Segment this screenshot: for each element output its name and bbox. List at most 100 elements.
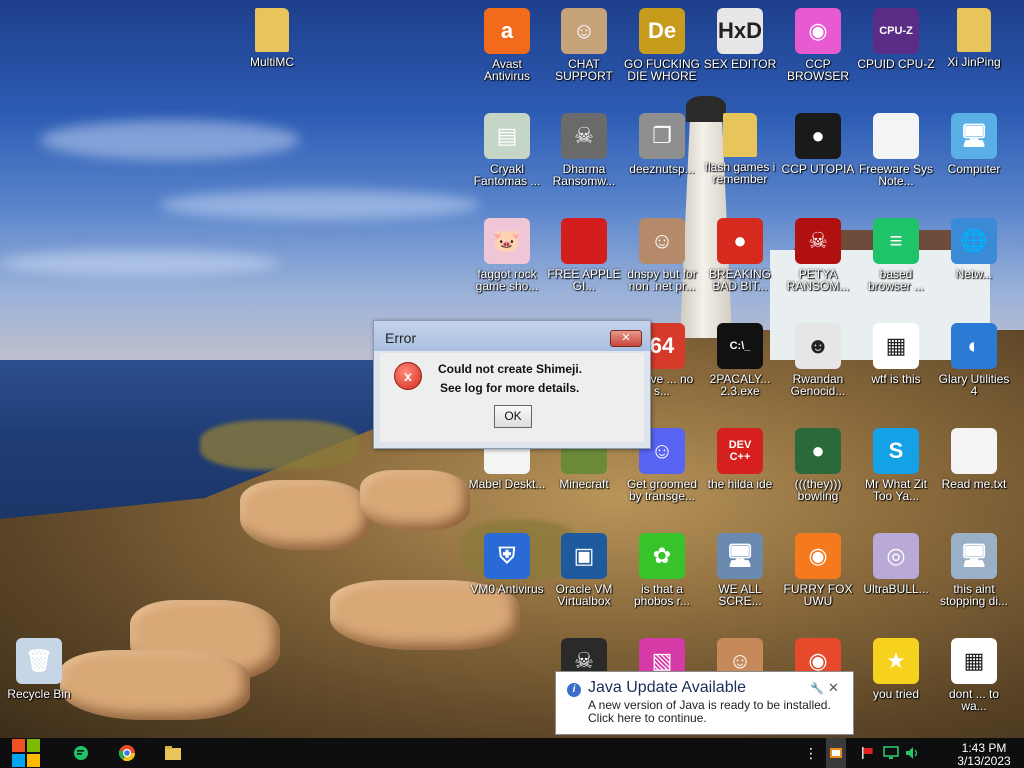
desktop-icon[interactable]: ▤ Cryakl Fantomas ... <box>468 113 546 187</box>
desktop-icon-label: BREAKING BAD BIT... <box>708 267 771 293</box>
desktop-icon[interactable]: ☻ Rwandan Genocid... <box>779 323 857 397</box>
desktop-icon[interactable]: ◉ CCP BROWSER <box>779 8 857 82</box>
glary-icon: ◐ <box>951 323 997 369</box>
desktop-icon-label: GO FUCKING DIE WHORE <box>623 57 700 83</box>
tray-network[interactable] <box>882 738 900 768</box>
desktop-icon-label: Cryakl Fantomas ... <box>473 162 541 188</box>
desktop-icon[interactable]: flash games i remember <box>701 113 779 185</box>
virtualbox-icon: ▣ <box>561 533 607 579</box>
desktop-icon-label: WE ALL SCRE... <box>718 582 762 608</box>
cd-icon: ◎ <box>873 533 919 579</box>
desktop-icon[interactable]: Freeware Sys Note... <box>857 113 935 187</box>
chat-bubble-icon <box>74 746 88 760</box>
desktop-icon[interactable]: 🖥 Computer <box>935 113 1013 175</box>
desktop-icon[interactable]: ● (((they))) bowling <box>779 428 857 502</box>
desktop-icon[interactable]: 🖥 WE ALL SCRE... <box>701 533 779 607</box>
de-logo-icon: De <box>639 8 685 54</box>
desktop-icon[interactable]: Xi JinPing <box>935 8 1013 68</box>
text-file-icon <box>951 428 997 474</box>
desktop-icon-label: Avast Antivirus <box>483 57 530 83</box>
network-icon: 🌐 <box>951 218 997 264</box>
error-dialog: Error ✕ x Could not create Shimeji. See … <box>373 320 651 449</box>
tray-java-update[interactable] <box>826 738 846 768</box>
desktop-icon[interactable]: C:\_ 2PACALY... 2.3.exe <box>701 323 779 397</box>
desktop-icon[interactable]: ❐ deeznutsp... <box>623 113 701 175</box>
wallpaper-cloud <box>160 190 480 220</box>
desktop-icon[interactable]: DEV C++ the hilda ide <box>701 428 779 490</box>
desktop-icon[interactable]: 🗑 Recycle Bin <box>0 638 78 700</box>
desktop-icon[interactable]: FREE APPLE GI... <box>545 218 623 292</box>
error-icon: x <box>394 362 422 390</box>
desktop-icon[interactable]: ● BREAKING BAD BIT... <box>701 218 779 292</box>
error-dialog-title: Error <box>385 330 417 346</box>
tray-action-center[interactable] <box>858 738 876 768</box>
ok-button[interactable]: OK <box>494 405 532 428</box>
taskbar-file-explorer[interactable] <box>162 738 184 768</box>
desktop-icon[interactable]: 🐷 faggot rock game sho... <box>468 218 546 292</box>
desktop-icon[interactable]: ◐ Glary Utilities 4 <box>935 323 1013 397</box>
user-folder-icon <box>957 8 991 52</box>
desktop-icon[interactable]: ▦ dont ... to wa... <box>935 638 1013 712</box>
clock-time[interactable]: 1:43 PM <box>954 741 1014 755</box>
dark-circle-icon: ● <box>795 113 841 159</box>
desktop-icon[interactable]: S Mr What Zit Too Ya... <box>857 428 935 502</box>
desktop-icon[interactable]: a Avast Antivirus <box>468 8 546 82</box>
clock-date[interactable]: 3/13/2023 <box>954 754 1014 768</box>
desktop-icon[interactable]: ☠ Dharma Ransomw... <box>545 113 623 187</box>
desktop-icon[interactable]: ◎ UltraBULL... <box>857 533 935 595</box>
desktop-icon-label: Dharma Ransomw... <box>552 162 616 188</box>
desktop-icon[interactable]: ≡ based browser ... <box>857 218 935 292</box>
angry-bird-icon: ● <box>717 218 763 264</box>
desktop-icon-label: 2PACALY... 2.3.exe <box>709 372 771 398</box>
java-update-notification[interactable]: i Java Update Available A new version of… <box>555 671 854 735</box>
desktop-icon[interactable]: ● CCP UTOPIA <box>779 113 857 175</box>
browser-swirl-icon: ◉ <box>795 8 841 54</box>
flag-icon <box>862 747 873 759</box>
desktop-icon[interactable]: ★ you tried <box>857 638 935 700</box>
error-dialog-titlebar[interactable]: Error ✕ <box>374 321 650 351</box>
icq-icon: ✿ <box>639 533 685 579</box>
desktop-icon[interactable]: ☺ dnspy but for non .net pr... <box>623 218 701 292</box>
desktop-icon[interactable]: 🖥 this aint stopping di... <box>935 533 1013 607</box>
tray-volume[interactable] <box>904 738 922 768</box>
start-button[interactable] <box>10 738 42 768</box>
devcpp-icon: DEV C++ <box>717 428 763 474</box>
taskbar-chrome[interactable] <box>116 738 138 768</box>
desktop-icon-label: is that a phobos r... <box>633 582 691 608</box>
desktop-icon[interactable]: 🌐 Netw... <box>935 218 1013 280</box>
desktop-icon[interactable]: ▣ Oracle VM Virtualbox <box>545 533 623 607</box>
avast-icon: a <box>484 8 530 54</box>
red-skull-icon: ☠ <box>795 218 841 264</box>
desktop-icon[interactable]: De GO FUCKING DIE WHORE <box>623 8 701 82</box>
notification-close-icon[interactable]: ✕ <box>828 680 839 696</box>
desktop-icon[interactable]: ◉ FURRY FOX UWU <box>779 533 857 607</box>
info-icon: i <box>567 683 581 697</box>
taskbar-chat-app[interactable] <box>70 738 92 768</box>
desktop-icon[interactable]: ⛨ VM0 Antivirus <box>468 533 546 595</box>
desktop-icon-label: faggot rock game sho... <box>475 267 539 293</box>
desktop-icon[interactable]: HxD SEX EDITOR <box>701 8 779 70</box>
windows-logo-icon <box>12 739 40 767</box>
desktop-icon-label: FURRY FOX UWU <box>783 582 853 608</box>
desktop-icon-label: FREE APPLE GI... <box>547 267 621 293</box>
desktop-icon-label: Computer <box>947 162 1001 176</box>
desktop-icon[interactable]: CPU-Z CPUID CPU-Z <box>857 8 935 70</box>
desktop-icon[interactable]: Read me.txt <box>935 428 1013 490</box>
shield-icon: ⛨ <box>484 533 530 579</box>
desktop-icon[interactable]: ☠ PETYA RANSOM... <box>779 218 857 292</box>
skull-icon: ☠ <box>561 113 607 159</box>
desktop-icon[interactable]: MultiMC <box>233 8 311 68</box>
notification-line2[interactable]: Click here to continue. <box>588 711 707 725</box>
desktop-icon-label: based browser ... <box>867 267 924 293</box>
desktop-icon[interactable]: ☺ CHAT SUPPORT <box>545 8 623 82</box>
portrait-icon: ☺ <box>639 218 685 264</box>
hxd-icon: HxD <box>717 8 763 54</box>
desktop-icon[interactable]: ▦ wtf is this <box>857 323 935 385</box>
desktop-icon-label: Netw... <box>955 267 993 281</box>
close-button[interactable]: ✕ <box>610 330 642 347</box>
desktop-icon[interactable]: ✿ is that a phobos r... <box>623 533 701 607</box>
cpuz-icon: CPU-Z <box>873 8 919 54</box>
wrench-icon[interactable]: 🔧 <box>810 682 824 695</box>
desktop-icon-label: you tried <box>872 687 920 701</box>
tray-overflow-icon[interactable]: ⋮ <box>804 738 818 768</box>
